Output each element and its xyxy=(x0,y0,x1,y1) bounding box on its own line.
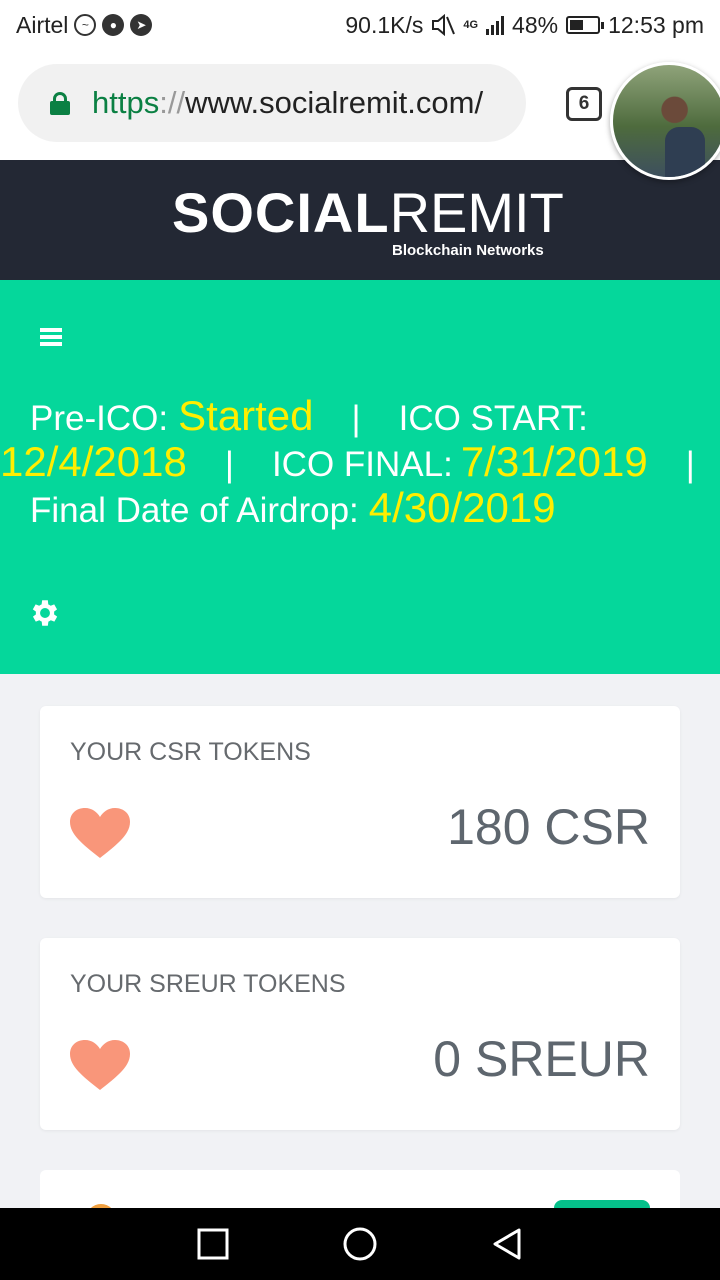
carrier-label: Airtel xyxy=(16,11,69,38)
airdrop-label: Final Date of Airdrop: xyxy=(30,491,359,530)
signal-icon xyxy=(486,15,505,35)
recents-button[interactable] xyxy=(189,1220,237,1268)
tab-switcher-button[interactable]: 6 xyxy=(566,87,602,121)
network-type: 4G xyxy=(463,19,479,31)
card-title: YOUR SREUR TOKENS xyxy=(70,970,346,998)
site-header: SOCIALREMIT Blockchain Networks xyxy=(0,160,720,280)
back-triangle-icon xyxy=(493,1228,521,1260)
separator: | xyxy=(351,399,361,438)
network-speed: 90.1K/s xyxy=(345,11,424,38)
ico-final-label: ICO FINAL: xyxy=(271,445,453,484)
preico-label: Pre-ICO: xyxy=(30,399,169,438)
mute-icon xyxy=(432,14,456,36)
brand-name-bold: SOCIAL xyxy=(172,181,390,244)
airdrop-value: 4/30/2019 xyxy=(368,484,556,531)
chat-icon: ● xyxy=(102,14,125,36)
preico-value: Started xyxy=(178,392,314,439)
battery-level xyxy=(570,20,583,30)
battery-icon xyxy=(566,16,605,34)
heart-icon xyxy=(70,808,130,858)
browser-toolbar: https://www.socialremit.com/ 6 xyxy=(0,50,720,180)
card-title: YOUR CSR TOKENS xyxy=(70,738,311,766)
user-avatar[interactable] xyxy=(610,62,720,180)
square-icon xyxy=(197,1228,229,1260)
battery-percent: 48% xyxy=(512,11,559,38)
status-right: 90.1K/s 4G 48% 12:53 pm xyxy=(345,12,704,39)
ico-start-value: 12/4/2018 xyxy=(0,438,187,485)
url-host: www.socialremit.com/ xyxy=(185,85,484,120)
circle-icon xyxy=(343,1227,377,1261)
ico-line-1: Pre-ICO: Started | ICO START: xyxy=(30,392,588,440)
messenger-icon: ~ xyxy=(74,14,97,36)
brand-name-light: REMIT xyxy=(389,181,564,244)
ico-start-label: ICO START: xyxy=(398,399,588,438)
status-left: Airtel ~ ● ➤ xyxy=(16,11,153,39)
lock-icon[interactable] xyxy=(50,92,70,115)
token-balance: 180 CSR xyxy=(447,799,650,855)
separator: | xyxy=(685,445,695,484)
menu-icon[interactable] xyxy=(40,328,62,346)
system-nav-bar xyxy=(0,1208,720,1280)
gear-icon[interactable] xyxy=(28,596,62,630)
home-button[interactable] xyxy=(336,1220,384,1268)
ico-final-value: 7/31/2019 xyxy=(460,438,648,485)
address-bar[interactable]: https://www.socialremit.com/ xyxy=(18,64,526,142)
ico-line-3: Final Date of Airdrop: 4/30/2019 xyxy=(30,484,556,532)
separator: | xyxy=(224,445,234,484)
telegram-icon: ➤ xyxy=(130,14,153,36)
csr-tokens-card: YOUR CSR TOKENS 180 CSR xyxy=(40,706,680,898)
url-scheme: https xyxy=(92,85,160,120)
ico-banner: Pre-ICO: Started | ICO START: 12/4/2018 … xyxy=(0,280,720,674)
status-bar: Airtel ~ ● ➤ 90.1K/s 4G 48% 12:53 pm xyxy=(0,0,720,50)
brand-tagline: Blockchain Networks xyxy=(392,242,544,259)
url-separator: :// xyxy=(159,85,186,120)
token-balance: 0 SREUR xyxy=(433,1031,650,1087)
ico-line-2: 12/4/2018 | ICO FINAL: 7/31/2019 | xyxy=(0,438,720,486)
brand-logo[interactable]: SOCIALREMIT xyxy=(172,180,564,245)
heart-icon xyxy=(70,1040,130,1090)
clock: 12:53 pm xyxy=(608,11,704,38)
sreur-tokens-card: YOUR SREUR TOKENS 0 SREUR xyxy=(40,938,680,1130)
back-button[interactable] xyxy=(483,1220,531,1268)
